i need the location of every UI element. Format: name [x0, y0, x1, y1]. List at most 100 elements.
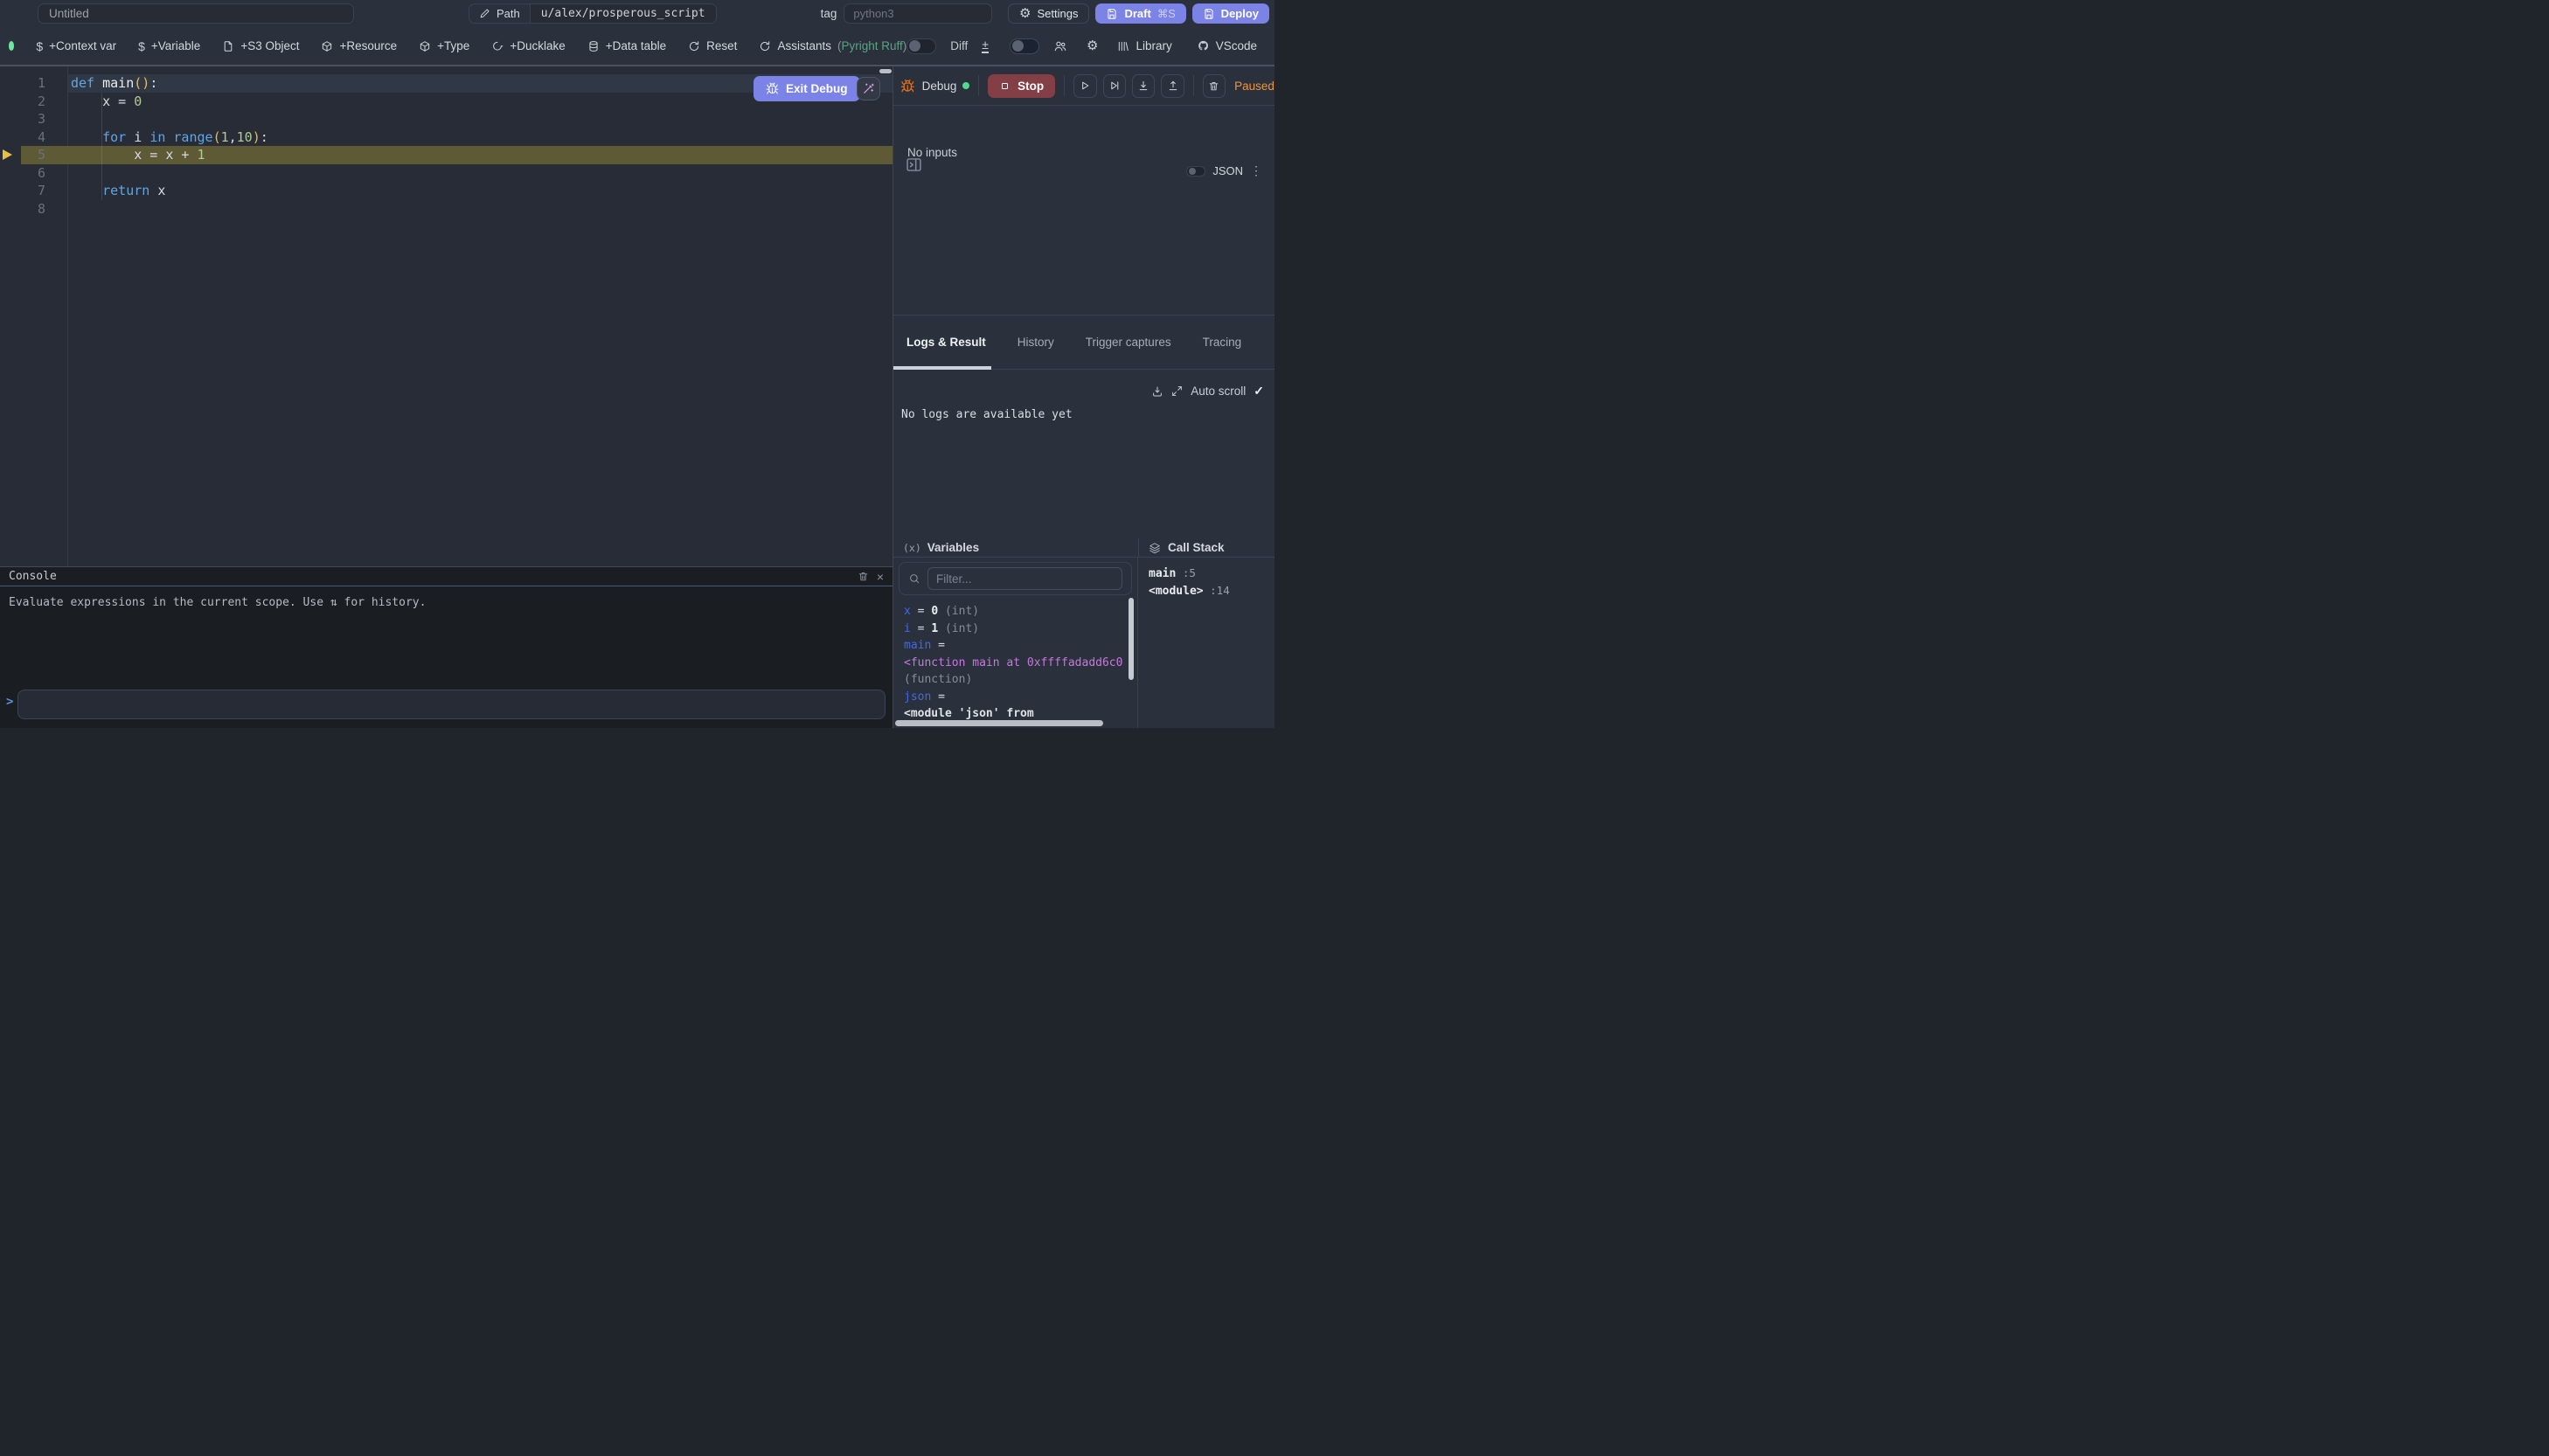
json-toggle[interactable]	[1186, 166, 1205, 177]
add-type-button[interactable]: +Type	[419, 39, 469, 52]
script-title-input[interactable]	[38, 3, 354, 24]
close-console-icon[interactable]: ×	[877, 571, 884, 583]
code-line[interactable]: 3	[0, 110, 892, 128]
callstack-body: main :5<module> :14	[1138, 558, 1274, 728]
vscode-button[interactable]: VScode	[1197, 39, 1257, 52]
assistants-label: Assistants	[777, 39, 831, 52]
line-number[interactable]: 6	[0, 164, 45, 183]
script-path-value[interactable]: u/alex/prosperous_script	[530, 4, 716, 23]
stop-button[interactable]: Stop	[988, 74, 1055, 98]
tab-trigger-captures[interactable]: Trigger captures	[1086, 336, 1171, 349]
refresh-icon	[688, 40, 700, 52]
line-number[interactable]: 4	[0, 128, 45, 147]
draft-button[interactable]: Draft ⌘S	[1095, 3, 1185, 24]
ai-assist-button[interactable]	[857, 77, 880, 101]
context-var-label: +Context var	[49, 39, 116, 52]
download-logs-icon[interactable]	[1151, 385, 1163, 398]
continue-button[interactable]	[1073, 74, 1096, 98]
diff-toggle[interactable]	[906, 38, 936, 54]
add-s3-object-button[interactable]: +S3 Object	[222, 39, 299, 52]
add-ducklake-button[interactable]: +Ducklake	[491, 39, 565, 52]
exit-debug-button[interactable]: Exit Debug	[754, 76, 860, 101]
variable-row[interactable]: <function main at 0xffffadadd6c0>	[904, 655, 1123, 672]
database-icon	[587, 40, 600, 52]
diff-label: Diff	[950, 39, 968, 52]
debug-header: Debug Stop	[893, 66, 1274, 106]
github-icon	[1197, 39, 1210, 52]
bug-icon	[766, 82, 779, 95]
clear-console-trash-icon[interactable]	[858, 571, 869, 582]
variables-horizontal-scrollbar[interactable]	[895, 720, 1103, 726]
add-variable-button[interactable]: $ +Variable	[138, 39, 200, 53]
variable-row[interactable]: main =	[904, 637, 1123, 655]
line-number[interactable]: 1	[0, 74, 45, 93]
duck-icon	[491, 40, 504, 52]
variable-label: +Variable	[151, 39, 200, 52]
variable-row[interactable]: x = 0 (int)	[904, 603, 1123, 621]
dollar-icon: $	[138, 39, 145, 53]
add-context-var-button[interactable]: $ +Context var	[36, 39, 116, 53]
add-resource-button[interactable]: +Resource	[321, 39, 397, 52]
deploy-button[interactable]: Deploy	[1192, 3, 1269, 24]
variables-header: (x) Variables	[893, 538, 1138, 557]
step-over-button[interactable]	[1103, 74, 1126, 98]
code-editor[interactable]: 1def main():2 x = 034 for i in range(1,1…	[0, 66, 892, 566]
linters-status: (Pyright Ruff)	[837, 39, 906, 52]
assistants-button[interactable]: Assistants (Pyright Ruff)	[759, 39, 906, 52]
divider	[1193, 75, 1194, 96]
linters-names: Pyright Ruff	[841, 39, 902, 52]
users-icon[interactable]	[1053, 39, 1067, 53]
json-toggle-row: JSON ⋮	[1186, 163, 1262, 178]
variable-row[interactable]: i = 1 (int)	[904, 621, 1123, 638]
check-icon[interactable]: ✓	[1254, 384, 1264, 399]
variables-filter-input[interactable]	[927, 567, 1122, 590]
expand-logs-icon[interactable]	[1171, 385, 1183, 397]
code-line[interactable]: 7 return x	[0, 182, 892, 200]
line-number[interactable]: 2	[0, 93, 45, 111]
line-number[interactable]: 8	[0, 200, 45, 218]
kebab-menu-icon[interactable]: ⋮	[1250, 163, 1262, 178]
library-button[interactable]: Library	[1117, 39, 1171, 52]
search-icon	[908, 572, 920, 585]
callstack-frame[interactable]: main :5	[1149, 565, 1274, 582]
s3-object-label: +S3 Object	[240, 39, 299, 52]
tab-history[interactable]: History	[1018, 336, 1054, 349]
tag-input[interactable]	[844, 3, 992, 24]
multiplayer-toggle[interactable]	[1010, 38, 1039, 54]
variables-callstack-headers: (x) Variables Call Stack	[893, 538, 1274, 558]
settings-button[interactable]: ⚙ Settings	[1008, 3, 1089, 24]
console-prompt: >	[6, 695, 13, 709]
editor-scrollbar-thumb[interactable]	[879, 69, 892, 73]
diff-plus-minus-icon[interactable]: ±	[982, 38, 989, 53]
variables-vertical-scrollbar[interactable]	[1129, 598, 1134, 680]
code-line[interactable]: 4 for i in range(1,10):	[0, 128, 892, 147]
save-icon	[1203, 8, 1215, 20]
add-data-table-button[interactable]: +Data table	[587, 39, 666, 52]
clear-debug-button[interactable]	[1203, 74, 1226, 98]
console-input[interactable]	[17, 690, 886, 719]
debug-status: Paused	[1234, 80, 1274, 93]
edit-path-button[interactable]: Path	[469, 4, 530, 23]
variables-filter	[899, 562, 1132, 595]
debug-title: Debug	[922, 80, 957, 93]
variable-row[interactable]: (function)	[904, 671, 1123, 689]
code-line[interactable]: 8	[0, 200, 892, 218]
deploy-label: Deploy	[1221, 7, 1259, 20]
reset-button[interactable]: Reset	[688, 39, 737, 52]
variable-row[interactable]: <module 'json' from	[904, 705, 1123, 719]
line-number[interactable]: 7	[0, 182, 45, 200]
variable-row[interactable]: json =	[904, 689, 1123, 706]
line-number[interactable]: 3	[0, 110, 45, 128]
tab-logs-result[interactable]: Logs & Result	[906, 336, 986, 349]
step-out-button[interactable]	[1161, 74, 1184, 98]
callstack-frame[interactable]: <module> :14	[1149, 582, 1274, 600]
editor-settings-icon[interactable]: ⚙	[1087, 39, 1098, 52]
tab-tracing[interactable]: Tracing	[1203, 336, 1242, 349]
code-line[interactable]: 5 x = x + 1	[0, 146, 892, 164]
pencil-icon	[479, 8, 490, 19]
file-icon	[222, 40, 234, 52]
code-text: return x	[71, 183, 165, 198]
code-line[interactable]: 6	[0, 164, 892, 183]
auto-scroll-label[interactable]: Auto scroll	[1191, 385, 1246, 398]
step-into-button[interactable]	[1132, 74, 1155, 98]
